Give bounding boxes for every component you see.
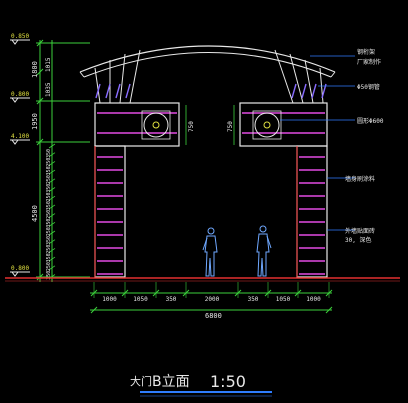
- cap-dim-left-text: 750: [188, 121, 195, 132]
- arch-inner: [83, 52, 332, 78]
- right-pier: [239, 102, 328, 278]
- left-small-dim-text: 250: [46, 262, 52, 271]
- left-small-dim-text: 350: [46, 184, 52, 193]
- elevation-drawing: 3502503502503502503502503502503502503502…: [5, 33, 400, 397]
- title-name: B立面: [152, 374, 190, 390]
- elev-label-ground: 0.800: [11, 265, 29, 272]
- hdim-text: 350: [248, 296, 259, 303]
- figure-left-head: [207, 227, 215, 235]
- left-pipe-end: [125, 83, 131, 99]
- human-figure-right: [256, 225, 272, 277]
- hdim-text: 350: [166, 296, 177, 303]
- drawing-title: 大门 B立面 1:50: [130, 372, 272, 397]
- annot-truss-maker: 厂家制作: [357, 58, 381, 66]
- elev-marker-ground-triangle: [11, 271, 19, 277]
- dim-top-b: 1035: [45, 82, 52, 97]
- annot-round-window: 圆形Φ600: [357, 117, 384, 125]
- left-small-dim-text: 350: [46, 236, 52, 245]
- left-truss-strut: [129, 49, 141, 104]
- left-pier: [94, 102, 180, 278]
- elevation-markers: 0.850 0.800 4.100 0.800: [10, 33, 30, 277]
- right-window-marker: [263, 121, 271, 129]
- title-prefix: 大门: [130, 374, 152, 388]
- left-truss-strut: [119, 53, 126, 104]
- figure-right-body: [256, 233, 270, 277]
- drawing-canvas: 350 250 350 250 350 250 350 250 350 250 350 250 350 2…: [0, 0, 408, 403]
- right-pipe-end: [291, 83, 297, 99]
- right-truss-strut: [274, 49, 294, 104]
- right-window-frame: [252, 110, 282, 140]
- annot-tile: 外墙贴面砖: [345, 227, 375, 235]
- left-window-frame: [141, 110, 171, 140]
- right-pipe-end: [301, 83, 307, 99]
- left-pipe-end: [115, 83, 121, 99]
- arch-end-left: [79, 71, 85, 78]
- elev-label-top: 0.850: [11, 33, 29, 40]
- figure-left-body: [204, 235, 218, 277]
- hdim-texts: 1000 1050 350 2000 350 1050 1000: [102, 296, 321, 303]
- hdim-overall-text: 6800: [205, 312, 222, 320]
- elev-label-upper: 0.800: [11, 91, 29, 98]
- hdim-text: 1050: [133, 296, 148, 303]
- cap-dims: 750 750: [185, 105, 235, 145]
- left-small-dim-text: 250: [46, 227, 52, 236]
- left-pier-column: [94, 145, 126, 278]
- elev-label-mid: 4.100: [11, 133, 29, 140]
- arch-end-right: [330, 71, 336, 78]
- annot-tile-spec: 30, 深色: [345, 236, 371, 244]
- annot-steel-pipe: Φ50钢管: [357, 83, 380, 91]
- left-small-dim-text: 250: [46, 245, 52, 254]
- dim-overall-lower: 4500: [31, 205, 39, 222]
- left-small-dim-text: 250: [46, 158, 52, 167]
- right-pier-stripes: [242, 112, 325, 277]
- dim-top-a: 1015: [45, 57, 52, 72]
- left-small-dim-text: 250: [46, 175, 52, 184]
- figure-right-head: [259, 225, 267, 233]
- right-pier-column: [296, 145, 328, 278]
- hdim-text: 1000: [306, 296, 321, 303]
- hdim-text: 1050: [276, 296, 291, 303]
- left-small-dim-text: 250: [46, 192, 52, 201]
- truss-struts: [94, 49, 327, 104]
- right-pipe-end: [311, 83, 317, 99]
- annot-truss: 钢桁架: [357, 48, 375, 56]
- left-small-dim-text: 350: [46, 201, 52, 210]
- human-figure-left: [202, 227, 218, 277]
- elev-marker-top-triangle: [11, 39, 19, 45]
- left-small-dim-text: 350: [46, 253, 52, 262]
- roof-truss: [79, 45, 336, 104]
- left-pier-cap: [94, 102, 180, 147]
- hdim-text: 1000: [102, 296, 117, 303]
- dim-overall-mid: 1950: [31, 113, 39, 130]
- left-pipe-end: [105, 83, 111, 99]
- left-window-marker: [152, 121, 160, 129]
- cap-dim-right-text: 750: [227, 121, 234, 132]
- annot-wall-paint: 墙身刷涂料: [345, 175, 375, 183]
- left-small-dimensions: 3502503502503502503502503502503502503502…: [46, 149, 52, 280]
- hdim-text: 2000: [205, 296, 220, 303]
- dim-overall-upper: 1800: [31, 61, 39, 78]
- left-small-dim-text: 350: [46, 149, 52, 158]
- left-small-dim-text: 250: [46, 210, 52, 219]
- left-small-dim-text: 350: [46, 166, 52, 175]
- elev-marker-upper-triangle: [11, 97, 19, 103]
- left-small-dim-text: 350: [46, 219, 52, 228]
- title-scale: 1:50: [210, 372, 246, 391]
- bottom-dimensions: 1000 1050 350 2000 350 1050 1000 6800: [90, 282, 333, 320]
- arch-outer: [79, 45, 336, 73]
- left-dimension-rail: 3502503502503502503502503502503502503502…: [36, 39, 90, 282]
- elev-marker-mid-triangle: [11, 139, 19, 145]
- left-pier-stripes: [94, 112, 177, 277]
